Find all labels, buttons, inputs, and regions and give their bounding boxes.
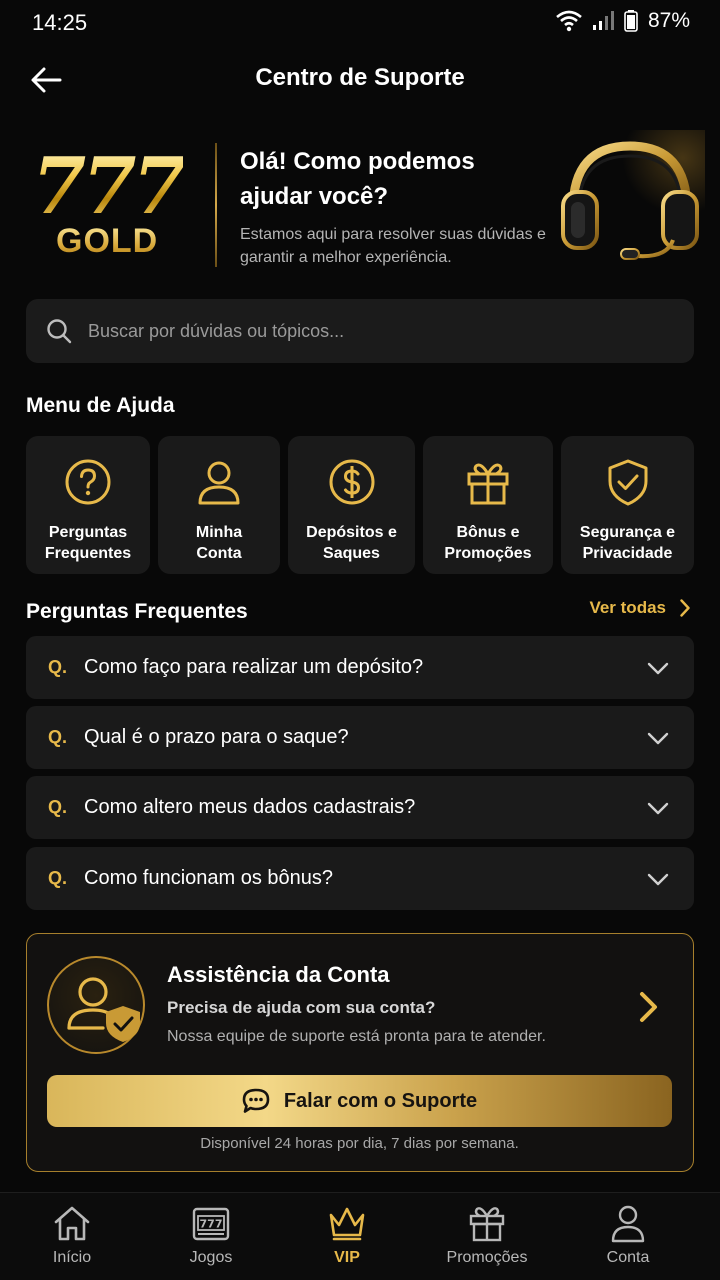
help-item-account[interactable]: Minha Conta (158, 436, 280, 574)
faq-question: Como faço para realizar um depósito? (84, 656, 424, 678)
faq-title: Perguntas Frequentes (26, 600, 248, 623)
help-item-label: Perguntas Frequentes (44, 524, 132, 562)
nav-item-vip[interactable]: VIP (287, 1203, 407, 1267)
account-support-avatar (47, 956, 145, 1054)
logo-number: 777 (32, 141, 187, 232)
gift-icon (467, 463, 509, 505)
nav-label: Início (52, 1249, 92, 1266)
help-item-bonus[interactable]: Bônus e Promoções (423, 436, 553, 574)
svg-text:777: 777 (200, 1218, 223, 1231)
headset-icon (555, 130, 705, 270)
user-icon (198, 461, 240, 505)
contact-support-label: Falar com o Suporte (283, 1089, 478, 1112)
help-item-label: Segurança e Privacidade (579, 524, 676, 562)
help-item-security[interactable]: Segurança e Privacidade (561, 436, 694, 574)
help-menu-title: Menu de Ajuda (26, 394, 175, 417)
dollar-circle-icon (329, 459, 374, 505)
nav-label: Conta (606, 1249, 650, 1266)
availability-note: Disponível 24 horas por dia, 7 dias por … (200, 1135, 519, 1152)
help-item-faq[interactable]: Perguntas Frequentes (26, 436, 150, 574)
account-assistance-card: Assistência da Conta Precisa de ajuda co… (26, 933, 694, 1172)
faq-item[interactable]: Q. Qual é o prazo para o saque? (26, 706, 694, 769)
bottom-navigation: Início 777 Jogos VIP Promoções Conta (0, 1192, 720, 1280)
chevron-down-icon (647, 662, 669, 674)
search-input[interactable] (88, 320, 648, 342)
chevron-right-icon (680, 599, 690, 617)
chevron-down-icon (647, 873, 669, 885)
status-time: 14:25 (32, 10, 88, 35)
faq-question: Como altero meus dados cadastrais? (84, 796, 416, 818)
nav-item-games[interactable]: 777 Jogos (151, 1203, 271, 1267)
wifi-icon (556, 10, 582, 32)
search-bar[interactable] (26, 299, 694, 363)
crown-icon (329, 1207, 365, 1241)
hero-title: Olá! Como podemos ajudar você? (240, 148, 475, 210)
hero-divider (215, 143, 217, 267)
chevron-down-icon (647, 732, 669, 744)
nav-label: VIP (334, 1249, 360, 1266)
faq-q-marker: Q. (48, 797, 68, 817)
faq-question: Qual é o prazo para o saque? (84, 726, 349, 748)
status-icons: 87% (556, 9, 690, 33)
battery-percent: 87% (647, 9, 690, 32)
nav-item-promotions[interactable]: Promoções (427, 1203, 547, 1267)
page-title: Centro de Suporte (255, 64, 465, 91)
contact-support-button[interactable]: Falar com o Suporte (47, 1075, 672, 1127)
assistance-subtitle: Precisa de ajuda com sua conta? (167, 998, 436, 1017)
shield-check-icon (608, 459, 647, 506)
faq-item[interactable]: Q. Como faço para realizar um depósito? (26, 636, 694, 699)
help-item-deposits[interactable]: Depósitos e Saques (288, 436, 415, 574)
help-item-label: Depósitos e Saques (306, 524, 397, 562)
logo-word: GOLD (56, 222, 159, 260)
chevron-right-icon[interactable] (637, 990, 661, 1024)
nav-label: Jogos (189, 1249, 233, 1266)
battery-icon (624, 10, 638, 32)
see-all-link[interactable]: Ver todas (589, 598, 690, 618)
hero-subtitle: Estamos aqui para resolver suas dúvidas … (240, 226, 546, 266)
see-all-label: Ver todas (589, 598, 666, 617)
nav-label: Promoções (446, 1249, 528, 1266)
help-item-label: Bônus e Promoções (444, 524, 532, 562)
faq-item[interactable]: Q. Como funcionam os bônus? (26, 847, 694, 910)
nav-item-home[interactable]: Início (12, 1203, 132, 1267)
nav-item-account[interactable]: Conta (568, 1203, 688, 1267)
user-shield-icon (67, 977, 140, 1042)
home-icon (54, 1206, 90, 1241)
faq-q-marker: Q. (48, 727, 68, 747)
gift-icon (469, 1207, 505, 1242)
faq-q-marker: Q. (48, 657, 68, 677)
help-item-label: Minha Conta (195, 524, 243, 562)
user-icon (611, 1205, 645, 1243)
chat-bubble-icon (242, 1088, 270, 1113)
signal-icon (592, 11, 614, 30)
faq-q-marker: Q. (48, 868, 68, 888)
chevron-down-icon (647, 802, 669, 814)
assistance-description: Nossa equipe de suporte está pronta para… (167, 1028, 546, 1045)
faq-item[interactable]: Q. Como altero meus dados cadastrais? (26, 776, 694, 839)
slot-machine-icon: 777 (192, 1207, 230, 1241)
assistance-title: Assistência da Conta (167, 962, 390, 987)
faq-question: Como funcionam os bônus? (84, 867, 334, 889)
search-icon (47, 319, 72, 344)
question-circle-icon (65, 459, 111, 505)
